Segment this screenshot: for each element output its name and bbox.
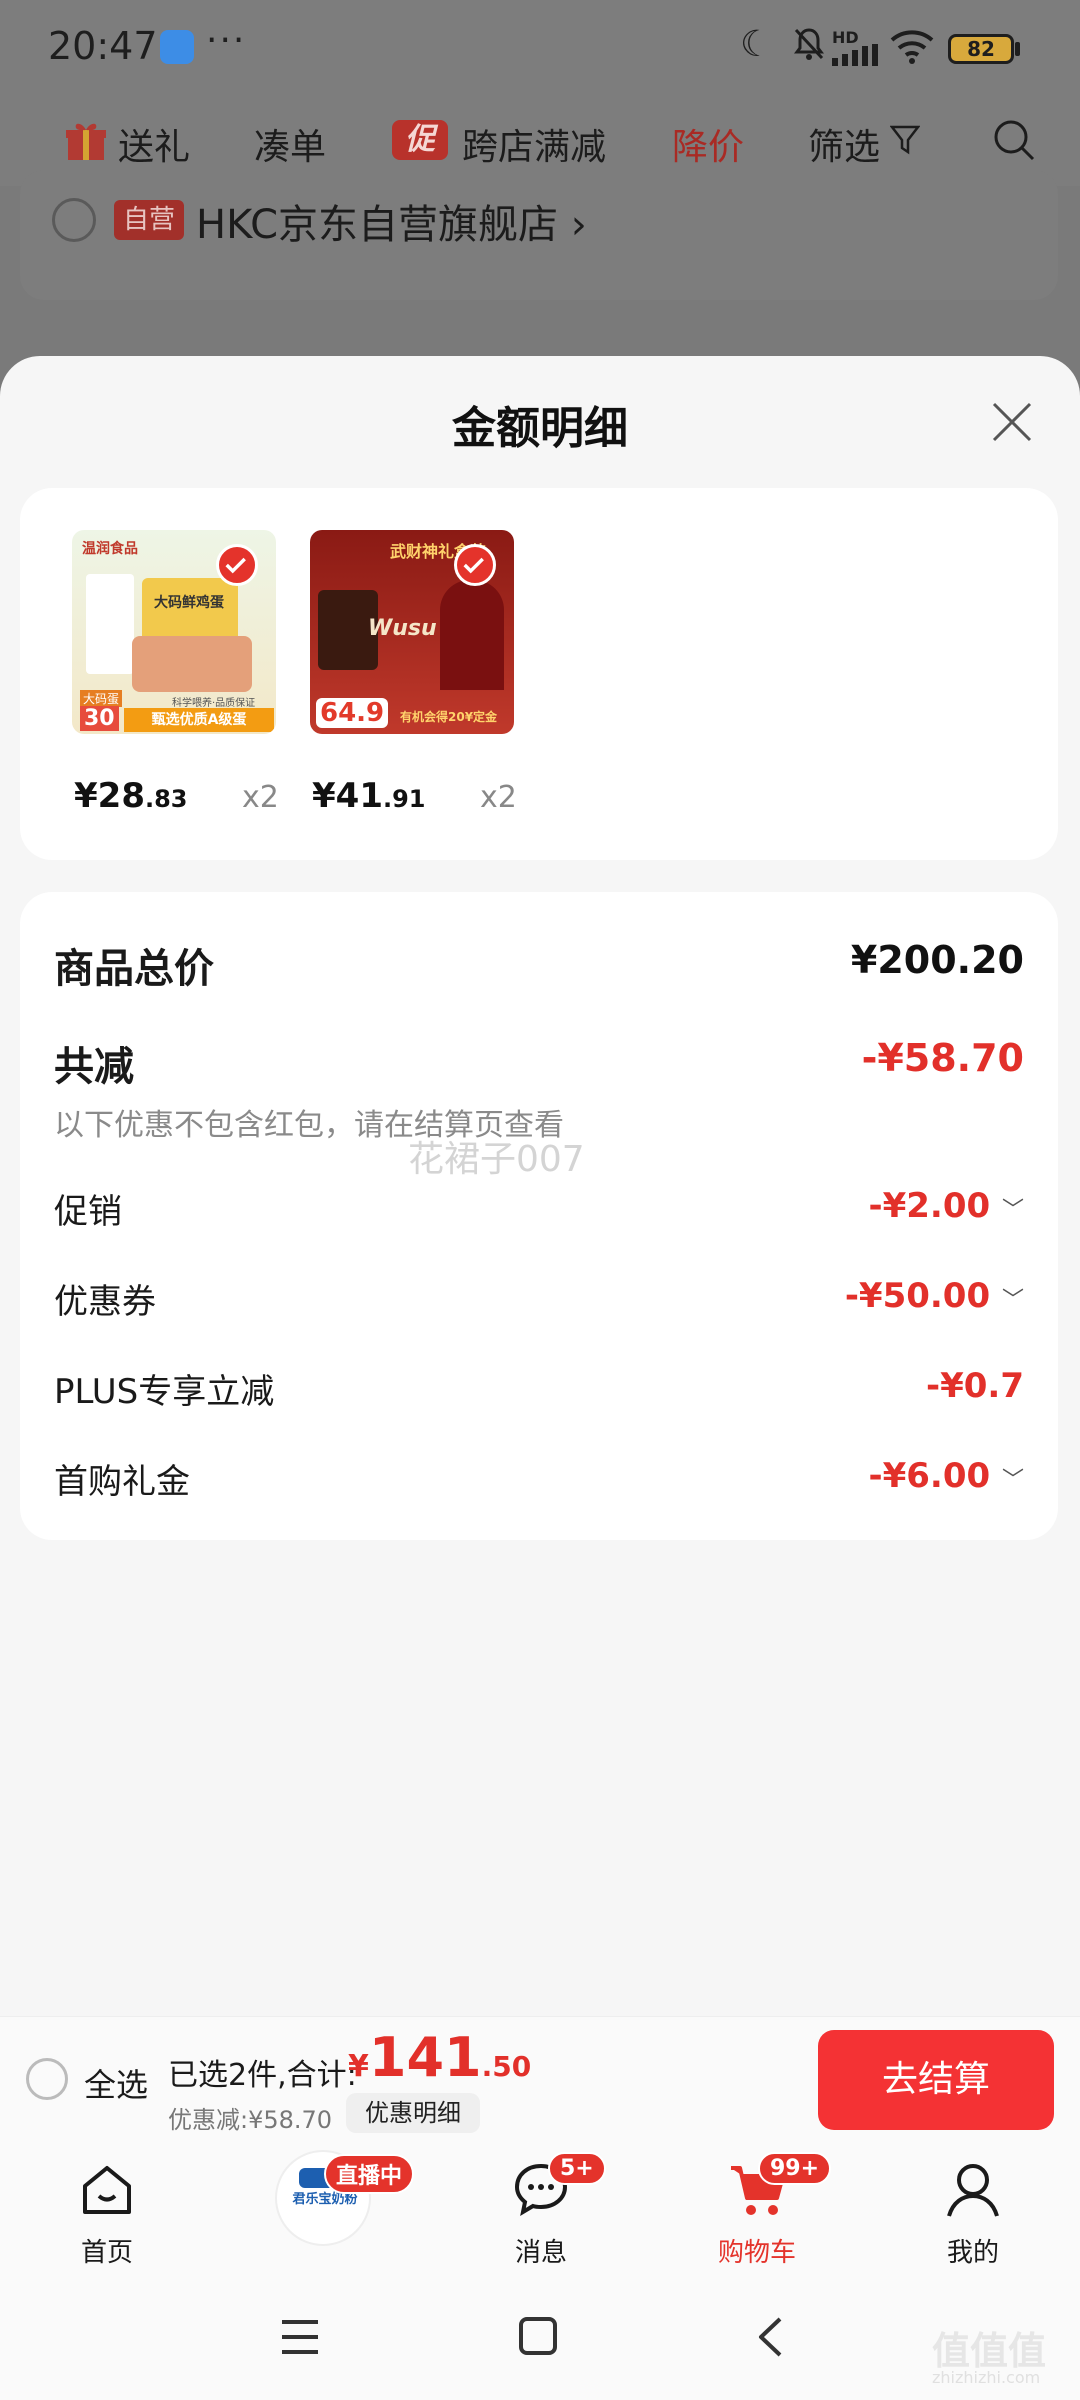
discount-total-value: -¥58.70 [861,1036,1024,1080]
user-icon [947,2164,999,2217]
gift-icon[interactable] [64,118,108,162]
funnel-icon[interactable] [890,124,920,156]
product-quantity: x2 [242,780,279,815]
home-icon [83,2166,131,2214]
mute-bell-icon [794,28,824,60]
plus-discount-label: PLUS专享立减 [54,1372,275,1412]
product-price: ¥41.91 [312,776,426,816]
first-purchase-gift-label: 首购礼金 [54,1462,190,1502]
first-purchase-gift-value[interactable]: -¥6.00 ﹀ [868,1456,1024,1496]
messages-count-badge: 5+ [548,2152,606,2185]
filter-price-drop[interactable]: 降价 [672,118,744,170]
discount-total-label: 共减 [54,1044,134,1090]
home-square-icon[interactable] [518,2316,558,2356]
menu-icon[interactable] [280,2318,320,2356]
filter-cross-store[interactable]: 跨店满减 [462,118,606,170]
tab-home[interactable]: 首页 [42,2160,172,2269]
tab-profile[interactable]: 我的 [908,2160,1038,2269]
notification-app-icon [160,30,194,64]
thumb-slogan: 甄选优质A级蛋 [124,708,274,732]
thumb-size: 大码蛋 [80,690,123,707]
site-watermark-logo: 值值值 [932,2329,1047,2373]
coupon-label: 优惠券 [54,1282,156,1322]
product-checked-icon[interactable] [454,544,496,586]
battery-icon: 82 [948,34,1014,64]
selected-count-label: 已选2件,合计: [168,2058,357,2093]
product-price: ¥28.83 [74,776,188,816]
thumb-count: 30 [80,706,119,731]
checkout-discount: 优惠减:¥58.70 [168,2106,333,2134]
store-select-radio[interactable] [52,198,96,242]
promotion-label: 促销 [54,1192,122,1232]
do-not-disturb-icon: ☾ [740,24,773,65]
search-icon[interactable] [992,118,1036,162]
checkout-button[interactable]: 去结算 [818,2030,1054,2130]
thumb-tagline: 科学喂养·品质保证 [172,698,256,709]
chevron-down-icon: ﹀ [1001,1468,1024,1493]
product-quantity: x2 [480,780,517,815]
more-notifications-icon: ··· [206,20,247,61]
chevron-down-icon: ﹀ [1001,1288,1024,1313]
thumb-title: 大码鲜鸡蛋 [154,595,224,611]
user-watermark: 花裙子007 [408,1139,585,1180]
self-operated-badge: 自营 [114,200,184,240]
live-badge: 直播中 [324,2154,415,2194]
status-time: 20:47 [48,24,158,68]
checkout-total: ¥141.50 [348,2026,532,2089]
cart-count-badge: 99+ [758,2152,832,2185]
site-watermark-url: zhizhizhi.com [932,2368,1041,2387]
sheet-title: 金额明细 [452,403,628,454]
promo-badge-icon: 促 [392,120,448,160]
signal-icon [832,44,878,66]
store-name-link[interactable]: HKC京东自营旗舰店 › [196,192,587,250]
thumb-brand: 温润食品 [82,541,138,557]
total-price-value: ¥200.20 [850,938,1024,982]
thumb-brand: Wusu [368,616,437,641]
promotion-value[interactable]: -¥2.00 ﹀ [868,1186,1024,1226]
plus-discount-value: -¥0.7 [926,1366,1024,1406]
select-all-radio[interactable] [26,2058,68,2100]
product-checked-icon[interactable] [216,544,258,586]
wifi-icon [890,30,934,64]
chevron-down-icon: ﹀ [1001,1198,1024,1223]
coupon-value[interactable]: -¥50.00 ﹀ [845,1276,1024,1316]
filter-gift[interactable]: 送礼 [118,118,190,170]
discount-detail-button[interactable]: 优惠明细 [346,2093,480,2133]
filter-bundle[interactable]: 凑单 [254,118,326,170]
back-icon[interactable] [756,2316,784,2358]
select-all-label[interactable]: 全选 [84,2060,148,2106]
filter-screen[interactable]: 筛选 [808,118,880,170]
thumb-price: 64.9 [316,698,389,728]
close-icon[interactable] [990,400,1034,444]
battery-cap [1015,42,1020,56]
thumb-deposit: 有机会得20¥定金 [400,710,498,724]
total-price-label: 商品总价 [54,946,214,992]
